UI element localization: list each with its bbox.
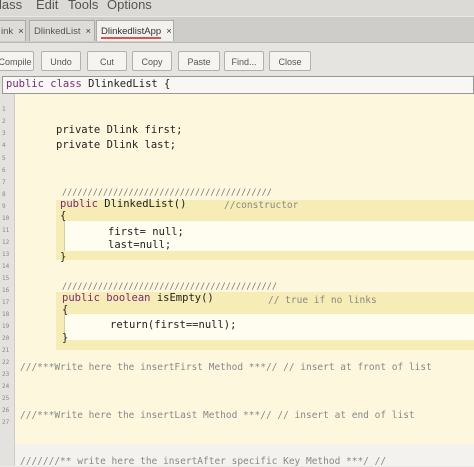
line-number: 9 (2, 203, 6, 210)
separator-comment: ////////////////////////////////////////… (62, 282, 277, 292)
paste-button[interactable]: Paste (178, 51, 220, 71)
line-number: 25 (2, 395, 10, 402)
line-number: 1 (2, 106, 6, 113)
isempty-comment: // true if no links (268, 295, 377, 306)
line-number: 7 (2, 179, 6, 186)
line-number: 11 (2, 227, 10, 234)
line-number: 15 (2, 275, 10, 282)
menu-bar: lass Edit Tools Options (0, 0, 474, 16)
isempty-signature: public boolean isEmpty() (62, 292, 214, 304)
close-brace: } (62, 332, 69, 344)
cut-button[interactable]: Cut (87, 51, 127, 71)
isempty-return: return(first==null); (110, 319, 237, 331)
constructor-line-first: first= null; (108, 226, 184, 238)
open-brace: { (60, 210, 67, 222)
copy-button[interactable]: Copy (132, 51, 172, 71)
isempty-keyword: public boolean (62, 292, 151, 304)
line-number: 8 (2, 191, 6, 198)
close-icon[interactable]: × (166, 26, 172, 37)
class-header: public class DlinkedList { (6, 78, 170, 90)
line-number: 13 (2, 251, 10, 258)
constructor-name: DlinkedList() (97, 198, 187, 210)
line-number: 18 (2, 311, 10, 318)
line-number: 20 (2, 335, 10, 342)
menu-options[interactable]: Options (107, 0, 152, 12)
line-number: 22 (2, 359, 10, 366)
menu-class[interactable]: lass (0, 0, 22, 12)
tab-link[interactable]: ink × (0, 20, 26, 41)
close-icon[interactable]: × (18, 26, 24, 37)
class-header-box: public class DlinkedList { (2, 76, 474, 94)
line-number: 21 (2, 347, 10, 354)
line-number: 2 (2, 118, 6, 125)
field-last: private Dlink last; (56, 139, 177, 151)
line-number: 12 (2, 239, 10, 246)
class-header-keyword: public class (6, 78, 82, 90)
line-number-gutter: 1 2 3 4 5 6 7 8 9 10 11 12 13 14 15 16 1… (0, 76, 15, 466)
undo-button[interactable]: Undo (41, 51, 81, 71)
tab-bar: ink × DlinkedList × DlinkedlistApp × (0, 17, 474, 43)
isempty-name: isEmpty() (150, 292, 214, 304)
line-number: 4 (2, 142, 6, 149)
constructor-comment: //constructor (224, 200, 299, 211)
find-button[interactable]: Find... (224, 51, 264, 71)
close-icon[interactable]: × (85, 26, 91, 37)
tab-label: ink (1, 26, 14, 37)
open-brace: { (62, 304, 69, 316)
code-editor[interactable]: 1 2 3 4 5 6 7 8 9 10 11 12 13 14 15 16 1… (0, 76, 474, 467)
insertafter-comment: ///////** write here the insertAfter spe… (20, 456, 387, 467)
line-number: 27 (2, 419, 10, 426)
line-number: 3 (2, 130, 6, 137)
line-number: 6 (2, 167, 6, 174)
line-number: 23 (2, 371, 10, 378)
line-number: 14 (2, 263, 10, 270)
editor-toolbar: Compile Undo Cut Copy Paste Find... Clos… (0, 43, 474, 78)
constructor-signature: public DlinkedList() (60, 198, 186, 210)
menu-tools[interactable]: Tools (68, 0, 98, 12)
line-number: 24 (2, 383, 10, 390)
insertfirst-comment: ///***Write here the insertFirst Method … (20, 362, 432, 373)
tab-dlinkedlist[interactable]: DlinkedList × (29, 20, 95, 41)
line-number: 19 (2, 323, 10, 330)
class-header-name: DlinkedList { (81, 78, 171, 90)
close-brace: } (60, 251, 67, 263)
insertlast-comment: ///***Write here the insertLast Method *… (20, 410, 415, 421)
constructor-keyword: public (60, 198, 98, 210)
tab-dlinkedlistapp[interactable]: DlinkedlistApp × (96, 20, 174, 41)
tab-label: DlinkedList (34, 26, 81, 37)
line-number: 16 (2, 287, 10, 294)
field-first: private Dlink first; (56, 124, 183, 136)
line-number: 10 (2, 215, 10, 222)
menu-edit[interactable]: Edit (36, 0, 58, 12)
line-number: 17 (2, 299, 10, 306)
separator-comment: ////////////////////////////////////////… (62, 188, 272, 198)
compile-button[interactable]: Compile (0, 51, 34, 71)
constructor-line-last: last=null; (108, 239, 172, 251)
tab-label: DlinkedlistApp (101, 26, 162, 39)
close-button[interactable]: Close (269, 51, 311, 71)
line-number: 26 (2, 407, 10, 414)
line-number: 5 (2, 155, 6, 162)
